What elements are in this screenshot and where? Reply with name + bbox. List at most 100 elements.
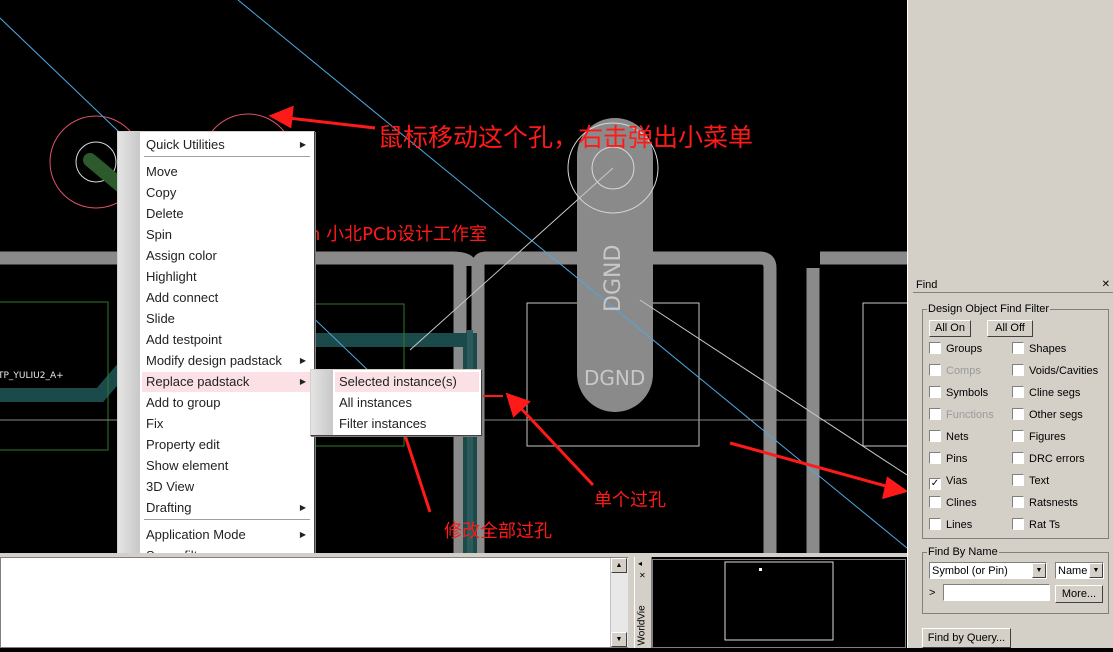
menu-item-highlight[interactable]: Highlight — [146, 267, 197, 287]
checkbox-symbols[interactable] — [929, 386, 941, 398]
filter-text[interactable]: Text — [1012, 474, 1049, 488]
menu-item-show-element[interactable]: Show element — [146, 456, 228, 476]
checkbox-lines[interactable] — [929, 518, 941, 530]
more-button[interactable]: More... — [1055, 585, 1103, 603]
scroll-up-icon[interactable]: ▲ — [611, 558, 627, 573]
worldview-map[interactable] — [652, 559, 906, 648]
menu-item-quick-utilities[interactable]: Quick Utilities — [146, 135, 225, 155]
menu-separator — [144, 519, 310, 521]
filter-clines[interactable]: Clines — [929, 496, 977, 510]
checkbox-label: Cline segs — [1029, 387, 1081, 399]
annotation-all-vias: 修改全部过孔 — [444, 521, 552, 542]
menu-item-application-mode[interactable]: Application Mode — [146, 525, 246, 545]
checkbox-label: Functions — [946, 409, 994, 421]
menu-gutter — [311, 370, 333, 435]
filter-symbols[interactable]: Symbols — [929, 386, 988, 400]
checkbox-label: Groups — [946, 343, 983, 355]
filter-voids-cavities[interactable]: Voids/Cavities — [1012, 364, 1098, 378]
filter-other-segs[interactable]: Other segs — [1012, 408, 1083, 422]
menu-item-modify-design-padstack[interactable]: Modify design padstack — [146, 351, 282, 371]
filter-shapes[interactable]: Shapes — [1012, 342, 1066, 356]
checkbox-rat-ts[interactable] — [1012, 518, 1024, 530]
submenu-arrow-icon: ▶ — [299, 503, 306, 512]
find-mode-select[interactable]: Name ▼ — [1055, 562, 1104, 579]
menu-item-add-to-group[interactable]: Add to group — [146, 393, 220, 413]
filter-rat-ts[interactable]: Rat Ts — [1012, 518, 1060, 532]
checkbox-label: Figures — [1029, 431, 1066, 443]
submenu-item-filter-instances[interactable]: Filter instances — [339, 414, 426, 434]
find-mode-value: Name — [1058, 565, 1088, 577]
filter-nets[interactable]: Nets — [929, 430, 969, 444]
find-by-name-group: Find By Name — [922, 546, 1109, 614]
menu-item-slide[interactable]: Slide — [146, 309, 175, 329]
checkbox-vias[interactable]: ✓ — [929, 478, 941, 490]
filter-functions: Functions — [929, 408, 994, 422]
all-on-button[interactable]: All On — [929, 320, 971, 337]
find-name-input[interactable] — [943, 584, 1050, 601]
menu-item-fix[interactable]: Fix — [146, 414, 163, 434]
submenu-item-selected-instances[interactable]: Selected instance(s) — [339, 372, 457, 392]
menu-item-drafting[interactable]: Drafting — [146, 498, 192, 518]
close-icon[interactable]: ✕ — [639, 571, 646, 580]
filter-figures[interactable]: Figures — [1012, 430, 1066, 444]
pin-icon[interactable]: ◂ — [638, 559, 642, 568]
checkbox-functions — [929, 408, 941, 420]
menu-item-copy[interactable]: Copy — [146, 183, 176, 203]
filter-groups[interactable]: Groups — [929, 342, 982, 356]
menu-item-assign-color[interactable]: Assign color — [146, 246, 217, 266]
filter-lines[interactable]: Lines — [929, 518, 972, 532]
filter-comps: Comps — [929, 364, 981, 378]
menu-item-3d-view[interactable]: 3D View — [146, 477, 194, 497]
checkbox-pins[interactable] — [929, 452, 941, 464]
checkbox-clines[interactable] — [929, 496, 941, 508]
scroll-down-icon[interactable]: ▼ — [611, 632, 627, 647]
checkbox-label: Other segs — [1029, 409, 1083, 421]
menu-item-spin[interactable]: Spin — [146, 225, 172, 245]
find-type-select[interactable]: Symbol (or Pin) ▼ — [929, 562, 1047, 579]
menu-item-replace-padstack[interactable]: Replace padstack — [146, 372, 249, 392]
menu-item-add-testpoint[interactable]: Add testpoint — [146, 330, 222, 350]
checkbox-label: Vias — [946, 475, 968, 487]
menu-item-property-edit[interactable]: Property edit — [146, 435, 220, 455]
checkbox-ratsnests[interactable] — [1012, 496, 1024, 508]
menu-gutter — [118, 132, 140, 609]
filter-pins[interactable]: Pins — [929, 452, 967, 466]
checkbox-nets[interactable] — [929, 430, 941, 442]
find-panel-title: Find — [916, 279, 938, 291]
menu-item-move[interactable]: Move — [146, 162, 178, 182]
checkbox-label: Clines — [946, 497, 977, 509]
checkbox-label: Text — [1029, 475, 1050, 487]
checkbox-text[interactable] — [1012, 474, 1024, 486]
checkbox-label: Pins — [946, 453, 968, 465]
checkbox-cline-segs[interactable] — [1012, 386, 1024, 398]
menu-item-add-connect[interactable]: Add connect — [146, 288, 218, 308]
all-off-button[interactable]: All Off — [987, 320, 1033, 337]
chevron-down-icon[interactable]: ▼ — [1032, 563, 1046, 578]
console-scrollbar[interactable]: ▲ ▼ — [610, 558, 628, 647]
checkbox-drc-errors[interactable] — [1012, 452, 1024, 464]
filter-drc-errors[interactable]: DRC errors — [1012, 452, 1085, 466]
chevron-down-icon[interactable]: ▼ — [1089, 563, 1103, 578]
find-by-query-button[interactable]: Find by Query... — [922, 628, 1011, 648]
close-icon[interactable]: ✕ — [1102, 278, 1110, 292]
find-type-value: Symbol (or Pin) — [932, 565, 1008, 577]
filter-cline-segs[interactable]: Cline segs — [1012, 386, 1080, 400]
worldview-board — [724, 561, 834, 641]
checkbox-figures[interactable] — [1012, 430, 1024, 442]
checkbox-label: Ratsnests — [1029, 497, 1078, 509]
ref-designator: TP_YULIU2_A+ — [0, 371, 64, 381]
checkbox-comps — [929, 364, 941, 376]
submenu-item-all-instances[interactable]: All instances — [339, 393, 412, 413]
menu-item-delete[interactable]: Delete — [146, 204, 184, 224]
command-console[interactable] — [0, 557, 628, 648]
checkbox-groups[interactable] — [929, 342, 941, 354]
filter-vias[interactable]: ✓ Vias — [929, 474, 968, 490]
checkbox-shapes[interactable] — [1012, 342, 1024, 354]
checkbox-label: Comps — [946, 365, 981, 377]
checkbox-label: Lines — [946, 519, 973, 531]
checkbox-other-segs[interactable] — [1012, 408, 1024, 420]
checkbox-voids-cavities[interactable] — [1012, 364, 1024, 376]
submenu-arrow-icon: ▶ — [299, 530, 306, 539]
filter-ratsnests[interactable]: Ratsnests — [1012, 496, 1078, 510]
submenu-arrow-icon: ▶ — [299, 140, 306, 149]
